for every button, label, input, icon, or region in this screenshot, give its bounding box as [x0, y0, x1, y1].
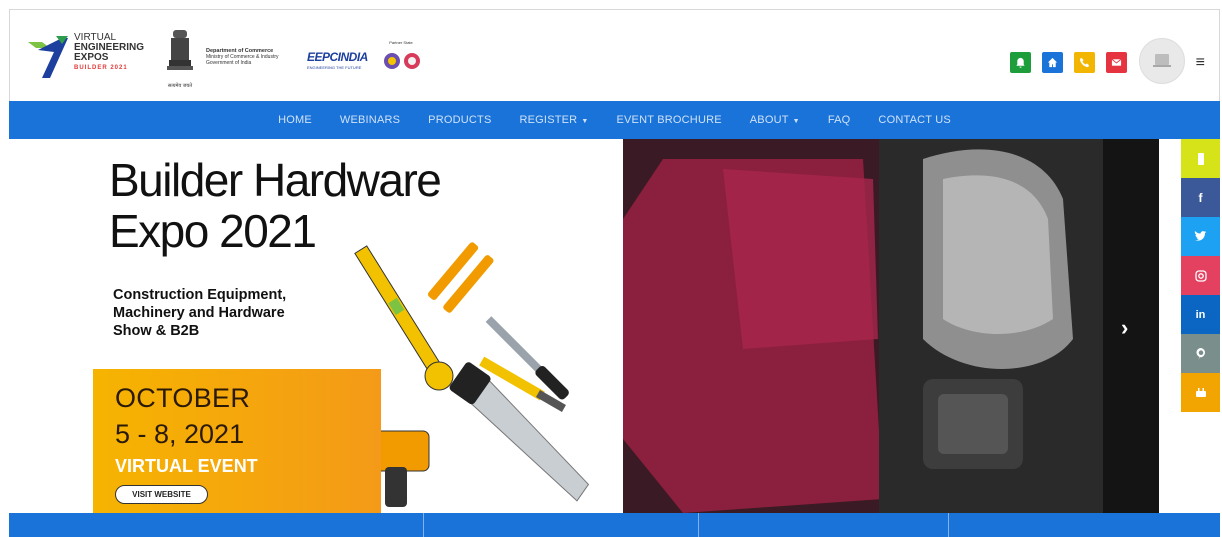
emblem-caption: सत्यमेव जयते	[167, 83, 193, 89]
nav-label: CONTACT US	[878, 114, 951, 126]
hero-banner[interactable]: Builder Hardware Expo 2021 Construction …	[9, 139, 1159, 513]
hero-subtitle: Construction Equipment, Machinery and Ha…	[113, 286, 286, 340]
linkedin-icon[interactable]: in	[1181, 295, 1220, 334]
hero-subtitle-line2: Machinery and Hardware	[113, 305, 285, 321]
visit-website-button[interactable]: VISIT WEBSITE	[115, 485, 208, 504]
department-text: Department of Commerce Ministry of Comme…	[206, 48, 296, 66]
event-month: OCTOBER	[115, 383, 251, 413]
dept-line3: Government of India	[206, 60, 252, 66]
notification-icon[interactable]	[1181, 139, 1220, 178]
phone-icon[interactable]	[1074, 52, 1095, 73]
hero-photo-glove-drill	[623, 139, 1159, 513]
event-days: 5 - 8, 2021	[115, 419, 245, 449]
social-sidebar: f in	[1181, 139, 1220, 412]
pinterest-icon[interactable]	[1181, 334, 1220, 373]
youtube-icon[interactable]	[1181, 373, 1220, 412]
eepc-tagline: ENGINEERING THE FUTURE	[307, 65, 362, 70]
nav-item-products[interactable]: PRODUCTS	[414, 114, 505, 126]
partner-state-logo: Partner State	[378, 40, 424, 80]
nav-label: FAQ	[827, 114, 851, 126]
logo-line3: EXPOS	[74, 52, 109, 63]
register-cell-4[interactable]	[949, 513, 1220, 537]
logo-mark-icon	[28, 36, 68, 78]
bell-icon[interactable]	[1010, 52, 1031, 73]
nav-label: PRODUCTS	[428, 114, 492, 126]
logo-tag: BUILDER 2021	[74, 65, 128, 71]
header-contact-icons	[1010, 52, 1127, 73]
register-cell-3[interactable]	[699, 513, 949, 537]
bottom-register-strip	[9, 513, 1220, 537]
event-date-box: OCTOBER 5 - 8, 2021 VIRTUAL EVENT VISIT …	[93, 369, 381, 513]
hero-subtitle-line1: Construction Equipment,	[113, 287, 287, 303]
user-icon	[1153, 54, 1171, 67]
twitter-icon[interactable]	[1181, 217, 1220, 256]
register-cell-1[interactable]	[9, 513, 424, 537]
instagram-icon[interactable]	[1181, 256, 1220, 295]
nav-item-event-brochure[interactable]: EVENT BROCHURE	[602, 114, 735, 126]
site-header: VIRTUAL ENGINEERING EXPOS BUILDER 2021 स…	[9, 9, 1220, 101]
carousel-next-icon[interactable]: ›	[1121, 315, 1128, 341]
nav-item-contact-us[interactable]: CONTACT US	[864, 114, 965, 126]
partner-emblem-icon	[384, 53, 420, 69]
logo-text: VIRTUAL ENGINEERING EXPOS BUILDER 2021	[74, 33, 144, 73]
main-nav: HOME WEBINARS PRODUCTS REGISTER ▼ EVENT B…	[9, 101, 1220, 139]
caret-down-icon: ▼	[581, 118, 589, 125]
eepc-logo[interactable]: EEPCINDIA	[307, 50, 368, 64]
nav-label: HOME	[278, 114, 312, 126]
nav-item-register[interactable]: REGISTER ▼	[506, 114, 603, 126]
nav-label: ABOUT	[749, 114, 789, 126]
home-icon[interactable]	[1042, 52, 1063, 73]
nav-item-faq[interactable]: FAQ	[814, 114, 865, 126]
nav-label: EVENT BROCHURE	[616, 114, 722, 126]
event-type: VIRTUAL EVENT	[115, 456, 258, 476]
user-avatar[interactable]	[1139, 38, 1185, 84]
virtual-engineering-expos-logo[interactable]: VIRTUAL ENGINEERING EXPOS BUILDER 2021	[28, 32, 153, 86]
india-emblem: सत्यमेव जयते	[165, 28, 195, 89]
nav-item-home[interactable]: HOME	[264, 114, 326, 126]
mail-icon[interactable]	[1106, 52, 1127, 73]
hero-title-line1: Builder Hardware	[109, 154, 442, 206]
caret-down-icon: ▼	[792, 118, 800, 125]
nav-item-webinars[interactable]: WEBINARS	[326, 114, 414, 126]
register-cell-2[interactable]	[424, 513, 699, 537]
facebook-icon[interactable]: f	[1181, 178, 1220, 217]
nav-item-about[interactable]: ABOUT ▼	[736, 114, 814, 126]
nav-label: REGISTER	[519, 114, 578, 126]
hamburger-menu-icon[interactable]: ≡	[1196, 54, 1205, 72]
emblem-icon	[167, 30, 193, 70]
hero-subtitle-line3: Show & B2B	[113, 323, 200, 339]
nav-label: WEBINARS	[339, 114, 401, 126]
